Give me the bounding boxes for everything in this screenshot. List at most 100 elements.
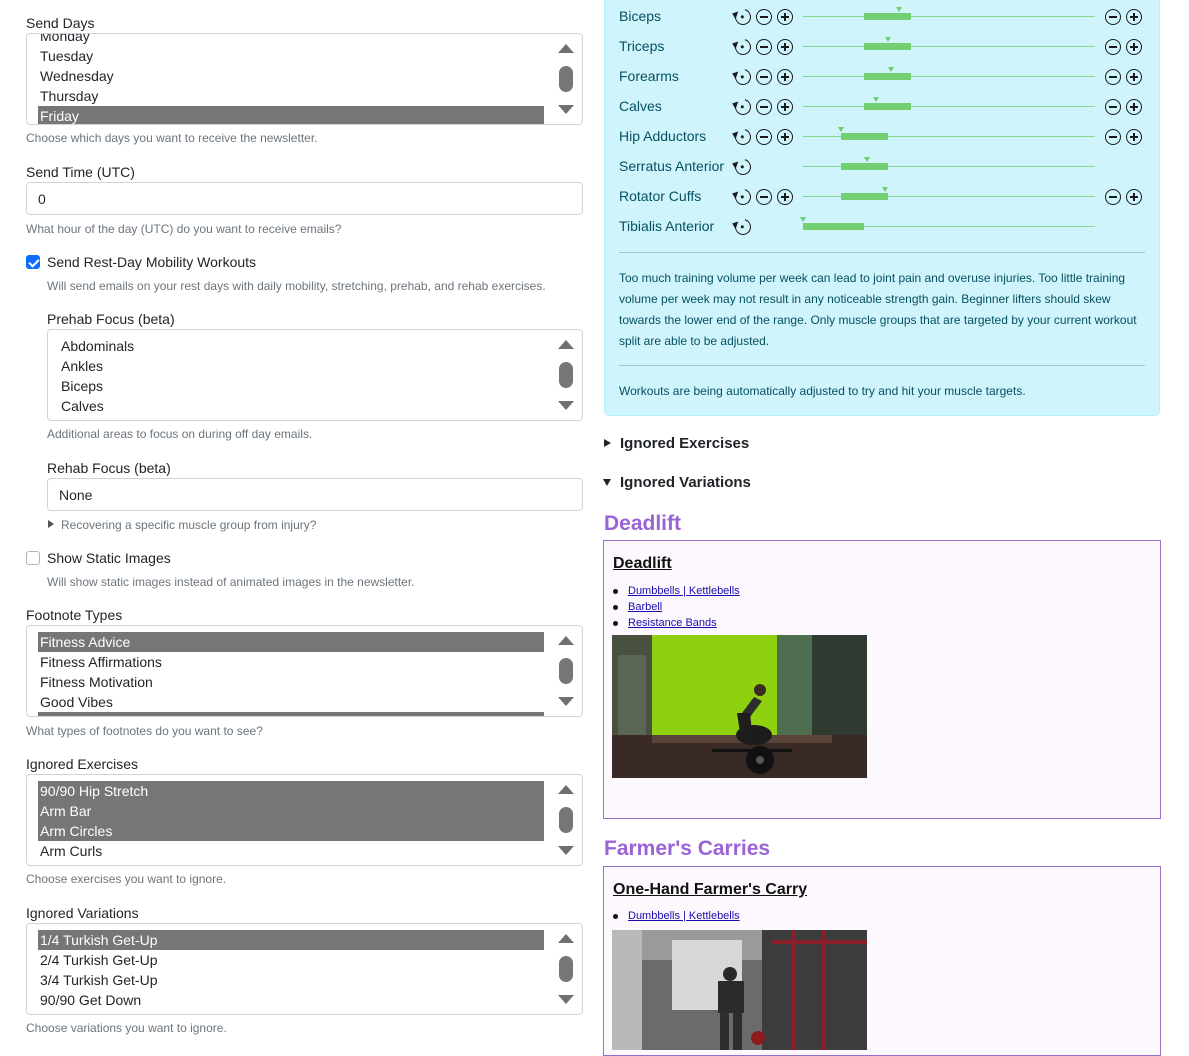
ignored-exercises-summary[interactable]: Ignored Exercises — [620, 435, 749, 452]
footnotes-scrollbar[interactable] — [554, 626, 578, 716]
minus-circle-icon[interactable] — [756, 99, 772, 115]
minus-circle-icon[interactable] — [1105, 189, 1121, 205]
reset-icon[interactable] — [732, 186, 754, 208]
footnotes-listbox[interactable]: Fitness Advice Fitness Affirmations Fitn… — [26, 625, 583, 717]
ignored-variations-scrollbar[interactable] — [554, 924, 578, 1014]
ignored-exercises-scrollbar[interactable] — [554, 775, 578, 865]
footnotes-option[interactable]: Good Vibes — [38, 692, 544, 712]
equipment-link[interactable]: Barbell — [628, 601, 662, 613]
scroll-down-arrow-icon[interactable] — [558, 846, 574, 855]
scroll-up-arrow-icon[interactable] — [558, 44, 574, 53]
footnotes-option[interactable]: Fitness Advice — [38, 632, 544, 652]
ignored-exercises-option[interactable]: 90/90 Hip Stretch — [38, 781, 544, 801]
ignored-exercises-option[interactable]: Arm Bar — [38, 801, 544, 821]
send-days-option[interactable]: Monday — [38, 34, 544, 46]
minus-circle-icon[interactable] — [1105, 129, 1121, 145]
static-images-checkbox[interactable] — [26, 551, 40, 565]
reset-icon[interactable] — [732, 6, 754, 28]
exercise-card-title[interactable]: One-Hand Farmer's Carry — [613, 881, 807, 899]
plus-circle-icon[interactable] — [1126, 9, 1142, 25]
send-days-option[interactable]: Wednesday — [38, 66, 544, 86]
scroll-down-arrow-icon[interactable] — [558, 697, 574, 706]
scroll-thumb[interactable] — [559, 362, 573, 388]
equipment-link[interactable]: Dumbbells | Kettlebells — [628, 585, 740, 597]
prehab-option[interactable]: Biceps — [59, 376, 544, 396]
send-time-input[interactable]: 0 — [26, 182, 583, 215]
send-days-option[interactable]: Tuesday — [38, 46, 544, 66]
ignored-exercises-toggle-icon[interactable] — [604, 439, 611, 447]
send-days-listbox[interactable]: Monday Tuesday Wednesday Thursday Friday — [26, 33, 583, 125]
minus-circle-icon[interactable] — [756, 189, 772, 205]
prehab-scrollbar[interactable] — [554, 330, 578, 420]
rest-day-label[interactable]: Send Rest-Day Mobility Workouts — [47, 254, 256, 270]
minus-circle-icon[interactable] — [756, 39, 772, 55]
plus-circle-icon[interactable] — [1126, 69, 1142, 85]
ignored-variations-summary[interactable]: Ignored Variations — [620, 474, 751, 491]
plus-circle-icon[interactable] — [777, 39, 793, 55]
minus-circle-icon[interactable] — [1105, 9, 1121, 25]
ignored-variations-listbox[interactable]: 1/4 Turkish Get-Up 2/4 Turkish Get-Up 3/… — [26, 923, 583, 1015]
plus-circle-icon[interactable] — [777, 129, 793, 145]
minus-circle-icon[interactable] — [1105, 99, 1121, 115]
scroll-up-arrow-icon[interactable] — [558, 785, 574, 794]
ignored-variations-option[interactable]: 2/4 Turkish Get-Up — [38, 950, 544, 970]
minus-circle-icon[interactable] — [756, 69, 772, 85]
scroll-thumb[interactable] — [559, 956, 573, 982]
plus-circle-icon[interactable] — [777, 9, 793, 25]
send-days-option[interactable]: Friday — [38, 106, 544, 124]
prehab-help: Additional areas to focus on during off … — [47, 427, 313, 441]
ignored-exercises-option[interactable]: Arm Circles — [38, 821, 544, 841]
footnotes-option[interactable]: Fitness Affirmations — [38, 652, 544, 672]
ignored-variations-option[interactable]: 1/4 Turkish Get-Up — [38, 930, 544, 950]
current-volume-marker — [864, 157, 871, 162]
ignored-variations-option[interactable]: 90/90 Get Down — [38, 990, 544, 1010]
scroll-up-arrow-icon[interactable] — [558, 934, 574, 943]
reset-icon[interactable] — [732, 96, 754, 118]
ignored-exercises-listbox[interactable]: 90/90 Hip Stretch Arm Bar Arm Circles Ar… — [26, 774, 583, 866]
exercise-card-title[interactable]: Deadlift — [613, 555, 672, 573]
scroll-down-arrow-icon[interactable] — [558, 401, 574, 410]
reset-icon[interactable] — [732, 36, 754, 58]
rehab-disclosure[interactable]: Recovering a specific muscle group from … — [61, 518, 316, 532]
minus-circle-icon[interactable] — [1105, 69, 1121, 85]
scroll-down-arrow-icon[interactable] — [558, 995, 574, 1004]
send-days-scrollbar[interactable] — [554, 34, 578, 124]
reset-icon[interactable] — [732, 126, 754, 148]
plus-circle-icon[interactable] — [1126, 189, 1142, 205]
ignored-exercises-option[interactable]: Arm Curls — [38, 841, 544, 861]
scroll-thumb[interactable] — [559, 66, 573, 92]
static-images-label[interactable]: Show Static Images — [47, 550, 171, 566]
prehab-options: Abdominals Ankles Biceps Calves — [59, 330, 544, 420]
ignored-variations-option[interactable]: 3/4 Turkish Get-Up — [38, 970, 544, 990]
plus-circle-icon[interactable] — [1126, 39, 1142, 55]
send-days-option[interactable]: Thursday — [38, 86, 544, 106]
prehab-option[interactable]: Calves — [59, 396, 544, 416]
plus-circle-icon[interactable] — [1126, 99, 1142, 115]
reset-icon[interactable] — [732, 156, 754, 178]
equipment-link[interactable]: Resistance Bands — [628, 617, 717, 629]
scroll-up-arrow-icon[interactable] — [558, 636, 574, 645]
scroll-up-arrow-icon[interactable] — [558, 340, 574, 349]
rest-day-checkbox[interactable] — [26, 255, 40, 269]
prehab-listbox[interactable]: Abdominals Ankles Biceps Calves — [47, 329, 583, 421]
prehab-option[interactable]: Ankles — [59, 356, 544, 376]
reset-icon[interactable] — [732, 216, 754, 238]
scroll-thumb[interactable] — [559, 658, 573, 684]
reset-icon[interactable] — [732, 66, 754, 88]
prehab-option[interactable]: Abdominals — [59, 336, 544, 356]
plus-circle-icon[interactable] — [777, 99, 793, 115]
equipment-link[interactable]: Dumbbells | Kettlebells — [628, 910, 740, 922]
plus-circle-icon[interactable] — [777, 69, 793, 85]
plus-circle-icon[interactable] — [1126, 129, 1142, 145]
minus-circle-icon[interactable] — [756, 129, 772, 145]
rehab-select[interactable]: None — [47, 478, 583, 511]
disclosure-triangle-icon[interactable] — [48, 520, 54, 528]
scroll-down-arrow-icon[interactable] — [558, 105, 574, 114]
footnotes-option-partial[interactable] — [38, 712, 544, 716]
footnotes-option[interactable]: Fitness Motivation — [38, 672, 544, 692]
scroll-thumb[interactable] — [559, 807, 573, 833]
plus-circle-icon[interactable] — [777, 189, 793, 205]
minus-circle-icon[interactable] — [756, 9, 772, 25]
ignored-variations-toggle-icon[interactable] — [603, 479, 611, 486]
minus-circle-icon[interactable] — [1105, 39, 1121, 55]
